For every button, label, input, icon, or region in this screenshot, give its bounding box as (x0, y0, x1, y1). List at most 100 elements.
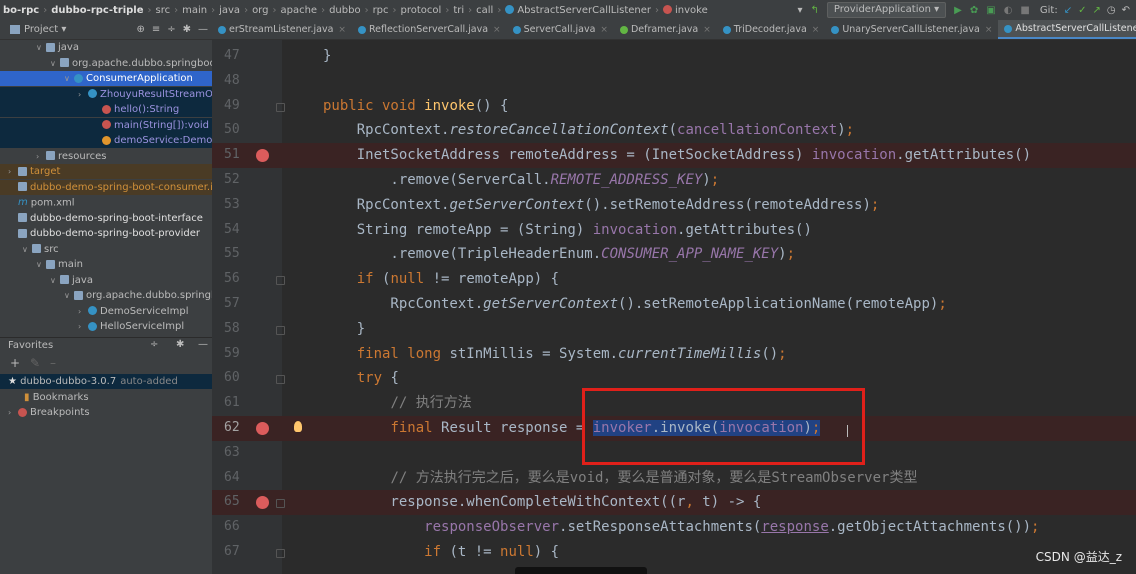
tree-item[interactable]: ∨ ConsumerApplication (0, 71, 212, 86)
code-line[interactable]: 53 RpcContext.getServerContext().setRemo… (212, 193, 1136, 218)
git-push-icon[interactable]: ↗ (1092, 5, 1100, 16)
tree-expander-icon[interactable]: ∨ (50, 56, 60, 71)
locate-icon[interactable]: ⊕ (136, 24, 144, 35)
remove-favorite-icon[interactable]: – (50, 356, 56, 370)
tree-expander-icon[interactable]: › (78, 319, 88, 334)
tree-item[interactable]: ∨ org.apache.dubbo.springboo (0, 288, 212, 303)
add-favorite-icon[interactable]: + (10, 356, 20, 370)
code-line[interactable]: 59 final long stInMillis = System.curren… (212, 342, 1136, 367)
hammer-icon[interactable]: ↰ (811, 5, 819, 16)
tree-expander-icon[interactable]: › (78, 87, 88, 102)
fold-icon[interactable] (276, 325, 285, 335)
favorites-item[interactable]: › Breakpoints (0, 405, 212, 420)
tree-expander-icon[interactable]: ∨ (64, 288, 74, 303)
tree-expander-icon[interactable]: › (78, 304, 88, 319)
git-update-icon[interactable]: ↙ (1064, 5, 1072, 16)
breadcrumb-item[interactable]: main (179, 5, 210, 16)
close-tab-icon[interactable]: × (985, 25, 993, 35)
tree-expander-icon[interactable]: › (36, 149, 46, 164)
close-tab-icon[interactable]: × (338, 25, 346, 35)
tree-item[interactable]: dubbo-demo-spring-boot-interface (0, 211, 212, 226)
tree-item[interactable]: demoService:DemoSen (0, 133, 212, 148)
close-tab-icon[interactable]: × (812, 25, 820, 35)
breadcrumb-item[interactable]: rpc (370, 5, 392, 16)
breadcrumb-item[interactable]: invoke (660, 5, 711, 16)
code-line[interactable]: 54 String remoteApp = (String) invocatio… (212, 218, 1136, 243)
favorites-hide-icon[interactable]: — (198, 339, 208, 350)
code-line[interactable]: 47} (212, 44, 1136, 69)
editor-tab[interactable]: erStreamListener.java × (212, 20, 352, 39)
breadcrumb-item[interactable]: src (153, 5, 174, 16)
code-line[interactable]: 56 if (null != remoteApp) { (212, 267, 1136, 292)
breadcrumb-item[interactable]: protocol (398, 5, 445, 16)
code-line[interactable]: 57 RpcContext.getServerContext().setRemo… (212, 292, 1136, 317)
favorites-options-icon[interactable]: ÷ (150, 339, 158, 350)
tree-item[interactable]: main(String[]):void (0, 117, 212, 133)
close-tab-icon[interactable]: × (703, 25, 711, 35)
edit-favorite-icon[interactable]: ✎ (30, 356, 40, 370)
breadcrumb-item[interactable]: bo-rpc (0, 5, 42, 16)
stop-icon[interactable]: ■ (1020, 5, 1029, 16)
tree-item[interactable]: › ZhouyuResultStreamOb (0, 86, 212, 102)
breadcrumb-item[interactable]: java (216, 5, 243, 16)
tree-expander-icon[interactable]: ∨ (36, 40, 46, 55)
profiler-icon[interactable]: ◐ (1004, 5, 1013, 16)
breakpoint-icon[interactable] (256, 496, 269, 510)
tree-item[interactable]: ∨ org.apache.dubbo.springboo (0, 56, 212, 71)
code-editor[interactable]: 47} 48 49 public void invoke() {50 RpcConte… (212, 40, 1136, 574)
debug-icon[interactable]: ✿ (970, 5, 978, 16)
expand-all-icon[interactable]: ≡ (152, 24, 160, 35)
breadcrumb-item[interactable]: call (473, 5, 496, 16)
close-tab-icon[interactable]: × (600, 25, 608, 35)
tree-item[interactable]: › resources (0, 149, 212, 164)
code-line[interactable]: 67 if (t != null) { (212, 540, 1136, 565)
run-config-select[interactable]: ProviderApplication ▾ (826, 2, 947, 18)
code-line[interactable]: 52 .remove(ServerCall.REMOTE_ADDRESS_KEY… (212, 168, 1136, 193)
coverage-icon[interactable]: ▣ (986, 5, 995, 16)
breadcrumb-item[interactable]: dubbo-rpc-triple (48, 5, 146, 16)
tree-expander-icon[interactable]: › (8, 405, 18, 420)
code-line[interactable]: 50 RpcContext.restoreCancellationContext… (212, 118, 1136, 143)
fold-icon[interactable] (276, 549, 285, 558)
tree-expander-icon[interactable]: ∨ (22, 242, 32, 257)
history-icon[interactable]: ◷ (1107, 5, 1116, 16)
tree-item[interactable]: › HelloServiceImpl (0, 319, 212, 334)
collapse-all-icon[interactable]: ÷ (167, 24, 175, 35)
tree-item[interactable]: hello():String (0, 102, 212, 117)
breakpoint-icon[interactable] (256, 422, 269, 435)
tree-expander-icon[interactable]: ∨ (36, 257, 46, 272)
editor-tab[interactable]: UnaryServerCallListener.java × (825, 20, 998, 39)
editor-tab[interactable]: TriDecoder.java × (717, 20, 826, 39)
favorites-gear-icon[interactable]: ✱ (176, 339, 184, 350)
lightbulb-icon[interactable] (294, 421, 302, 432)
breadcrumb-item[interactable]: AbstractServerCallListener (502, 5, 654, 16)
breadcrumb-item[interactable]: apache (277, 5, 320, 16)
code-line[interactable]: 55 .remove(TripleHeaderEnum.CONSUMER_APP… (212, 242, 1136, 267)
tree-item[interactable]: ∨ main (0, 257, 212, 272)
code-line[interactable]: 58 } (212, 317, 1136, 342)
breakpoint-icon[interactable] (256, 149, 269, 163)
tree-item[interactable]: ∨ java (0, 40, 212, 55)
tree-item[interactable]: › DemoServiceImpl (0, 304, 212, 319)
breadcrumb-item[interactable]: dubbo (326, 5, 364, 16)
user-icon[interactable]: ▾ (797, 5, 802, 16)
gear-icon[interactable]: ✱ (183, 24, 191, 35)
editor-tab[interactable]: Deframer.java × (614, 20, 717, 39)
tree-expander-icon[interactable]: › (8, 164, 18, 179)
code-line[interactable]: 49 public void invoke() { (212, 94, 1136, 119)
hide-icon[interactable]: — (198, 24, 208, 35)
code-line[interactable]: 51 InetSocketAddress remoteAddress = (In… (212, 143, 1136, 168)
editor-tab[interactable]: AbstractServerCallListener.java× (998, 20, 1136, 39)
code-line[interactable]: 48 (212, 69, 1136, 94)
tree-expander-icon[interactable]: ∨ (64, 71, 74, 86)
close-tab-icon[interactable]: × (493, 25, 501, 35)
breadcrumb-item[interactable]: tri (450, 5, 467, 16)
tree-item[interactable]: ∨ src (0, 242, 212, 257)
tree-item[interactable]: dubbo-demo-spring-boot-provider (0, 226, 212, 241)
git-commit-icon[interactable]: ✓ (1078, 5, 1086, 16)
fold-icon[interactable] (276, 375, 285, 385)
breadcrumb-item[interactable]: org (249, 5, 271, 16)
rollback-icon[interactable]: ↶ (1122, 5, 1130, 16)
tree-item[interactable]: dubbo-demo-spring-boot-consumer.i (0, 179, 212, 195)
code-line[interactable]: 65 response.whenCompleteWithContext((r, … (212, 490, 1136, 516)
